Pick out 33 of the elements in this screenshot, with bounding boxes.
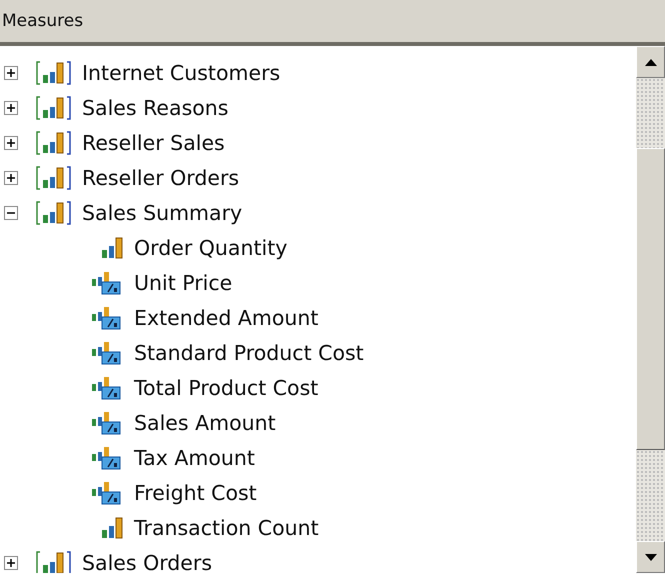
measure-group-icon	[34, 60, 74, 84]
expand-icon[interactable]	[4, 136, 18, 150]
collapse-icon[interactable]	[4, 206, 18, 220]
tree-item[interactable]: Freight Cost	[134, 480, 257, 504]
measure-group-icon	[34, 166, 74, 190]
header-title: Measures	[2, 11, 84, 31]
tree-item[interactable]: Order Quantity	[134, 236, 288, 260]
expand-icon[interactable]	[4, 66, 18, 80]
measure-group-icon	[34, 96, 74, 120]
tree-item[interactable]: Extended Amount	[134, 306, 318, 330]
up-arrow-icon	[644, 58, 656, 66]
scroll-thumb[interactable]	[636, 148, 665, 450]
tree-item[interactable]: Total Product Cost	[134, 376, 318, 400]
tree-item[interactable]: Sales Orders	[82, 550, 212, 573]
measure-group-icon	[34, 130, 74, 154]
tree-item[interactable]: Sales Reasons	[82, 96, 228, 120]
scroll-up-button[interactable]	[636, 46, 665, 78]
down-arrow-icon	[644, 554, 656, 560]
expand-icon[interactable]	[4, 170, 18, 184]
tree-item[interactable]: Reseller Sales	[82, 130, 225, 154]
tree-item[interactable]: Transaction Count	[134, 516, 319, 540]
tree-item[interactable]: Standard Product Cost	[134, 340, 364, 364]
tree-item[interactable]: Internet Customers	[82, 60, 280, 84]
tree-item[interactable]: Tax Amount	[134, 446, 255, 470]
expand-icon[interactable]	[4, 100, 18, 114]
scroll-down-button[interactable]	[636, 541, 665, 573]
measure-group-icon	[34, 200, 74, 224]
tree-item[interactable]: Sales Summary	[82, 200, 242, 224]
measure-group-icon	[34, 550, 74, 573]
expand-icon[interactable]	[4, 556, 18, 570]
tree-item[interactable]: Unit Price	[134, 270, 232, 294]
tree-item[interactable]: Sales Amount	[134, 410, 276, 434]
tree-item[interactable]: Reseller Orders	[82, 166, 240, 190]
